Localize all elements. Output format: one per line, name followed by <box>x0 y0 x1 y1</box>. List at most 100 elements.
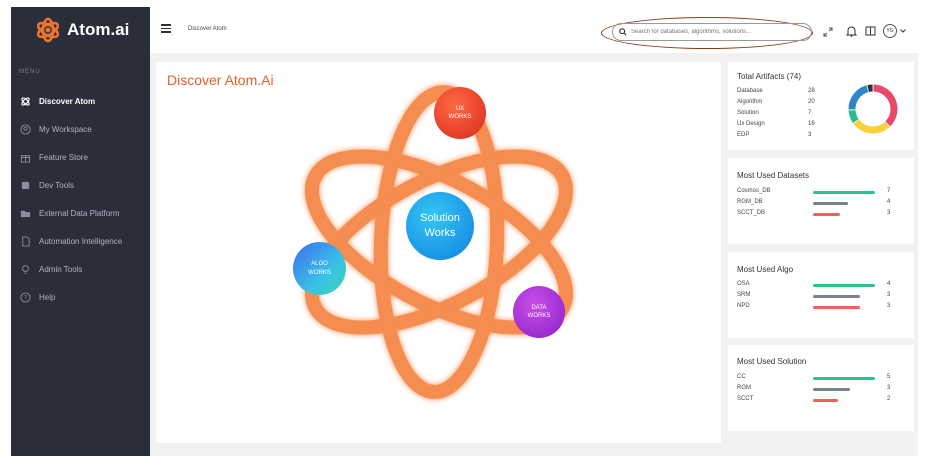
card-title: Total Artifacts (74) <box>737 72 802 81</box>
artifact-value: 16 <box>808 121 815 127</box>
bar-row: Cosmos_DB 7 <box>737 188 907 198</box>
bar-value: 5 <box>887 374 891 380</box>
orb-label: UX <box>455 105 465 112</box>
artifact-label: Algorithm <box>737 99 763 105</box>
bar-value: 3 <box>887 210 891 216</box>
sidebar-item-help[interactable]: ? Help <box>11 283 150 311</box>
bar-track <box>813 399 875 402</box>
search-box[interactable] <box>612 23 812 41</box>
orb-label: ALGO <box>311 261 328 268</box>
bar-track <box>813 388 875 391</box>
bar-fill <box>813 306 860 309</box>
bar-label: NPD <box>737 303 750 309</box>
gift-icon <box>20 154 31 163</box>
bar-value: 7 <box>887 188 891 194</box>
atom-icon <box>21 96 30 106</box>
orb-label: Works <box>424 227 456 239</box>
bar-track <box>813 191 875 194</box>
data-works-orb[interactable]: DATA WORKS <box>513 286 565 338</box>
bar-value: 2 <box>887 396 891 402</box>
bar-fill <box>813 388 851 391</box>
sidebar: Atom.ai MENU Discover Atom My Workspace … <box>11 7 150 456</box>
orb-label: WORKS <box>308 269 331 276</box>
bar-label: SRM <box>737 292 751 298</box>
sidebar-item-automation-intelligence[interactable]: Automation Intelligence <box>11 227 150 255</box>
discover-card: Discover Atom.Ai UX WORKS ALGO WORKS Sol… <box>156 62 721 443</box>
sidebar-menu: Discover Atom My Workspace Feature Store… <box>11 87 150 311</box>
bar-track <box>813 306 875 309</box>
chevron-down-icon[interactable] <box>900 28 906 34</box>
sidebar-item-label: Automation Intelligence <box>39 236 123 246</box>
search-input[interactable] <box>631 29 801 35</box>
bar-fill <box>813 377 875 380</box>
ux-works-orb[interactable]: UX WORKS <box>434 87 486 139</box>
card-title: Most Used Datasets <box>737 171 810 180</box>
sidebar-item-external-data-platform[interactable]: External Data Platform <box>11 199 150 227</box>
sidebar-item-discover-atom[interactable]: Discover Atom <box>11 87 150 115</box>
bar-label: OSA <box>737 281 750 287</box>
bar-fill <box>813 284 875 287</box>
bar-label: Cosmos_DB <box>737 188 771 194</box>
sidebar-item-my-workspace[interactable]: My Workspace <box>11 115 150 143</box>
bar-track <box>813 295 875 298</box>
sidebar-item-feature-store[interactable]: Feature Store <box>11 143 150 171</box>
donut-slice-edp <box>867 84 873 92</box>
orb-label: WORKS <box>448 114 472 120</box>
bar-fill <box>813 191 875 194</box>
donut-slice-database <box>873 84 898 127</box>
avatar[interactable]: YG <box>883 24 897 38</box>
artifact-value: 7 <box>808 110 812 116</box>
total-artifacts-card: Total Artifacts (74) Database 28 Algorit… <box>728 62 914 150</box>
solution-works-orb[interactable]: Solution Works <box>406 192 474 260</box>
bar-fill <box>813 295 860 298</box>
bar-value: 3 <box>887 385 891 391</box>
card-title: Most Used Algo <box>737 265 794 274</box>
bar-value: 4 <box>887 281 891 287</box>
atom-logo-icon <box>36 17 60 43</box>
artifact-value: 28 <box>808 88 815 94</box>
most-used-datasets-card: Most Used Datasets Cosmos_DB 7 RGM_DB 4 … <box>728 158 914 244</box>
menu-heading: MENU <box>19 69 41 75</box>
artifact-label: Ux Design <box>737 121 765 127</box>
hamburger-menu-icon[interactable] <box>161 24 171 33</box>
sidebar-item-dev-tools[interactable]: Dev Tools <box>11 171 150 199</box>
donut-slice-algorithm <box>853 119 890 134</box>
bell-icon[interactable] <box>846 25 857 37</box>
donut-slice-ux-design <box>848 85 869 110</box>
bar-fill <box>813 202 849 205</box>
bar-value: 3 <box>887 292 891 298</box>
help-icon: ? <box>20 291 31 303</box>
sidebar-item-label: Admin Tools <box>39 264 83 274</box>
bar-value: 4 <box>887 199 891 205</box>
artifact-value: 20 <box>808 99 815 105</box>
sidebar-item-label: External Data Platform <box>39 208 120 218</box>
artifact-value: 3 <box>808 132 812 138</box>
breadcrumb: Discover Atom <box>188 26 227 32</box>
bulb-icon <box>22 264 29 274</box>
bar-row: SRM 3 <box>737 292 907 302</box>
sidebar-item-label: My Workspace <box>39 124 92 134</box>
expand-icon[interactable] <box>823 27 833 37</box>
document-icon <box>22 235 30 247</box>
bar-fill <box>813 213 840 216</box>
sidebar-item-admin-tools[interactable]: Admin Tools <box>11 255 150 283</box>
artifact-label: Solution <box>737 110 759 116</box>
bar-label: SCCT_DB <box>737 210 766 216</box>
artifact-label: EDP <box>737 132 750 138</box>
card-title: Most Used Solution <box>737 357 807 366</box>
bar-row: OSA 4 <box>737 281 907 291</box>
topbar: Discover Atom YG <box>150 7 918 53</box>
bar-row: RGM 3 <box>737 385 907 395</box>
brand[interactable]: Atom.ai <box>11 7 150 53</box>
most-used-solution-card: Most Used Solution CC 5 RGM 3 SCCT 2 <box>728 345 914 431</box>
book-icon[interactable] <box>865 25 876 37</box>
algo-works-orb[interactable]: ALGO WORKS <box>293 242 346 295</box>
bar-track <box>813 284 875 287</box>
orb-label: WORKS <box>527 313 551 319</box>
bar-label: SCCT <box>737 396 754 402</box>
sidebar-item-label: Help <box>39 292 56 302</box>
bar-row: SCCT_DB 3 <box>737 210 907 220</box>
most-used-algo-card: Most Used Algo OSA 4 SRM 3 NPD 3 <box>728 252 914 338</box>
wrench-icon <box>21 181 30 189</box>
bar-label: CC <box>737 374 746 380</box>
